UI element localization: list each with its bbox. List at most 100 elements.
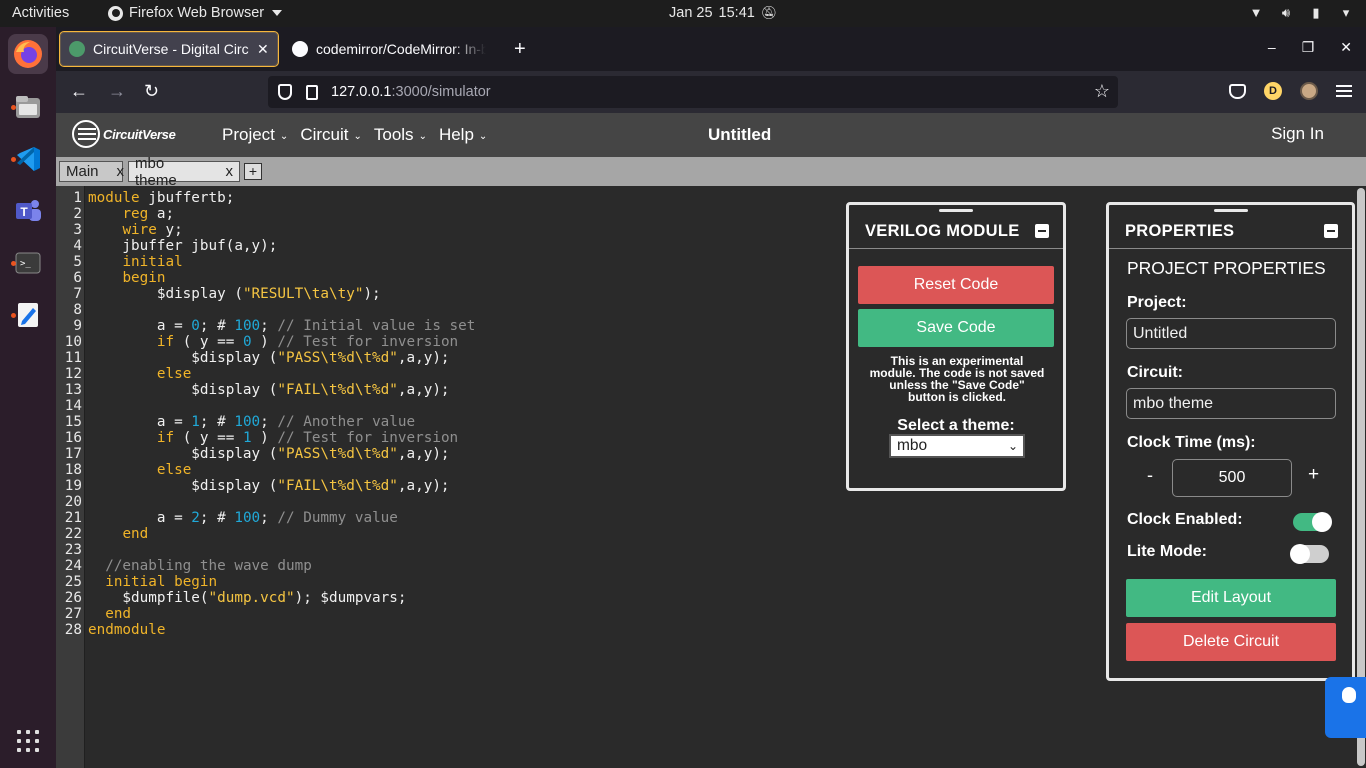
code-line[interactable]: 5 initial [56,254,182,270]
code-line[interactable]: 8 [56,302,88,318]
panel-drag-handle[interactable] [939,209,973,212]
extension-icon[interactable] [1300,82,1318,100]
save-code-button[interactable]: Save Code [858,309,1054,347]
hamburger-menu-icon[interactable] [1336,85,1352,97]
project-title[interactable]: Untitled [708,125,771,145]
forward-arrow-icon[interactable]: → [108,81,126,102]
code-line[interactable]: 6 begin [56,270,165,286]
account-avatar[interactable]: D [1264,82,1282,100]
code-line[interactable]: 16 if ( y == 1 ) // Test for inversion [56,430,458,446]
code-line[interactable]: 3 wire y; [56,222,182,238]
close-circuit-tab-icon[interactable]: x [117,163,125,180]
app-menu[interactable]: Firefox Web Browser [108,5,283,21]
code-line[interactable]: 10 if ( y == 0 ) // Test for inversion [56,334,458,350]
panel-header[interactable]: PROPERTIES [1109,213,1352,249]
theme-select[interactable]: mbo ⌄ [889,434,1025,458]
clock-time-input[interactable]: 500 [1172,459,1292,497]
dock-vscode[interactable] [8,139,48,179]
dock-firefox[interactable] [8,34,48,74]
code-line[interactable]: 18 else [56,462,192,478]
code-text[interactable]: reg a; [82,206,174,222]
code-line[interactable]: 14 [56,398,88,414]
sign-in-link[interactable]: Sign In [1271,124,1324,144]
reload-icon[interactable]: ↻ [144,81,159,102]
code-line[interactable]: 7 $display ("RESULT\ta\ty"); [56,286,381,302]
menu-tools[interactable]: Tools ⌄ [374,125,427,145]
code-text[interactable]: end [82,606,131,622]
url-text[interactable]: 127.0.0.1:3000/simulator [331,84,491,100]
close-tab-icon[interactable]: ✕ [257,41,269,58]
code-line[interactable]: 20 [56,494,88,510]
system-tray[interactable]: ▼ 🔊︎ ▮ ▾ [1248,5,1354,21]
browser-tab-circuitverse[interactable]: CircuitVerse - Digital Circuit Simulator… [59,31,279,67]
dock-text-editor[interactable] [8,295,48,335]
project-name-field[interactable]: Untitled [1126,318,1336,349]
lite-mode-toggle[interactable] [1290,544,1329,564]
code-text[interactable]: endmodule [82,622,165,638]
bookmark-star-icon[interactable]: ☆ [1094,81,1110,102]
code-line[interactable]: 9 a = 0; # 100; // Initial value is set [56,318,475,334]
code-text[interactable]: $display ("PASS\t%d\t%d",a,y); [82,446,449,462]
code-text[interactable]: end [82,526,148,542]
code-line[interactable]: 28 endmodule [56,622,166,638]
code-line[interactable]: 23 [56,542,88,558]
code-text[interactable]: begin [82,270,165,286]
code-line[interactable]: 12 else [56,366,192,382]
code-text[interactable]: jbuffer jbuf(a,y); [82,238,277,254]
pocket-icon[interactable] [1229,83,1246,99]
code-text[interactable]: a = 2; # 100; // Dummy value [82,510,398,526]
dock-teams[interactable]: T [8,191,48,231]
dock-terminal[interactable]: >_ [8,243,48,283]
code-line[interactable]: 17 $display ("PASS\t%d\t%d",a,y); [56,446,450,462]
report-issue-button[interactable] [1325,677,1366,738]
code-text[interactable]: $display ("RESULT\ta\ty"); [82,286,381,302]
code-text[interactable]: $display ("FAIL\t%d\t%d",a,y); [82,478,449,494]
code-text[interactable]: $dumpfile("dump.vcd"); $dumpvars; [82,590,406,606]
clock-decrement-button[interactable]: - [1147,465,1153,486]
dock-files[interactable] [8,87,48,127]
code-text[interactable]: else [82,366,191,382]
code-text[interactable]: $display ("PASS\t%d\t%d",a,y); [82,350,449,366]
code-line[interactable]: 22 end [56,526,148,542]
url-bar[interactable]: 127.0.0.1:3000/simulator ☆ [268,76,1118,108]
reset-code-button[interactable]: Reset Code [858,266,1054,304]
code-line[interactable]: 26 $dumpfile("dump.vcd"); $dumpvars; [56,590,407,606]
edit-layout-button[interactable]: Edit Layout [1126,579,1336,617]
circuit-tab-main[interactable]: Main x [59,161,125,182]
code-text[interactable]: $display ("FAIL\t%d\t%d",a,y); [82,382,449,398]
menu-help[interactable]: Help ⌄ [439,125,487,145]
minimize-panel-icon[interactable] [1324,224,1338,238]
new-tab-button[interactable]: + [514,38,526,61]
code-line[interactable]: 4 jbuffer jbuf(a,y); [56,238,277,254]
code-text[interactable]: a = 0; # 100; // Initial value is set [82,318,476,334]
close-circuit-tab-icon[interactable]: x [226,163,234,180]
code-text[interactable]: module jbuffertb; [82,190,234,206]
code-line[interactable]: 25 initial begin [56,574,217,590]
page-info-icon[interactable] [306,84,318,100]
menu-circuit[interactable]: Circuit ⌄ [300,125,362,145]
menu-project[interactable]: Project ⌄ [222,125,288,145]
minimize-panel-icon[interactable] [1035,224,1049,238]
code-text[interactable]: initial begin [82,574,217,590]
circuit-name-field[interactable]: mbo theme [1126,388,1336,419]
tracking-shield-icon[interactable] [278,84,292,100]
code-text[interactable]: if ( y == 0 ) // Test for inversion [82,334,458,350]
restore-icon[interactable]: ❐ [1302,39,1315,56]
clock[interactable]: Jan 25 15:41 🔕︎ [669,5,777,21]
panel-header[interactable]: VERILOG MODULE [849,213,1063,249]
code-line[interactable]: 27 end [56,606,131,622]
code-text[interactable]: a = 1; # 100; // Another value [82,414,415,430]
minimize-icon[interactable]: – [1268,39,1276,56]
code-line[interactable]: 15 a = 1; # 100; // Another value [56,414,415,430]
back-arrow-icon[interactable]: ← [70,81,88,102]
clock-enabled-toggle[interactable] [1293,512,1332,532]
clock-increment-button[interactable]: + [1308,464,1319,486]
code-text[interactable]: wire y; [82,222,182,238]
activities-button[interactable]: Activities [12,5,69,21]
code-text[interactable]: initial [82,254,182,270]
add-circuit-tab-button[interactable]: + [244,163,262,180]
code-line[interactable]: 2 reg a; [56,206,174,222]
panel-drag-handle[interactable] [1213,209,1248,212]
circuitverse-logo[interactable]: CircuitVerse [72,120,176,148]
circuit-tab-mbo-theme[interactable]: mbo theme x [128,155,240,189]
